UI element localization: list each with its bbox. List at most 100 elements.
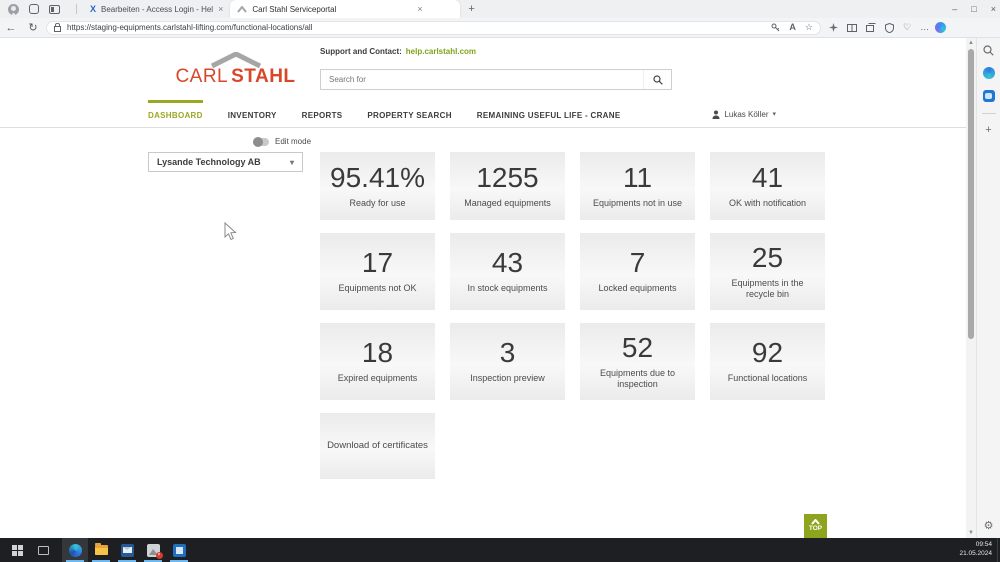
page-content: Support and Contact: help.carlstahl.com C… — [0, 38, 966, 538]
stat-card-not-in-use[interactable]: 11 Equipments not in use — [580, 152, 695, 220]
stat-label: Equipments not OK — [338, 283, 416, 294]
nav-tab-inventory[interactable]: INVENTORY — [228, 100, 277, 127]
page-scrollbar[interactable]: ▲ ▼ — [966, 38, 976, 538]
stat-value: 11 — [623, 163, 652, 194]
search-button[interactable] — [643, 70, 671, 89]
user-menu[interactable]: Lukas Köller ▾ — [712, 100, 776, 128]
stat-card-due-to-inspection[interactable]: 52 Equipments due to inspection — [580, 323, 695, 400]
edit-mode-label: Edit mode — [275, 137, 311, 146]
settings-more-icon[interactable]: … — [920, 23, 929, 32]
stat-card-managed-equipments[interactable]: 1255 Managed equipments — [450, 152, 565, 220]
back-icon[interactable]: ← — [0, 22, 22, 34]
logo-word-carl: CARL — [175, 66, 228, 87]
url-text[interactable]: https://staging-equipments.carlstahl-lif… — [67, 23, 765, 32]
sidebar-outlook-icon[interactable] — [983, 90, 995, 102]
task-view-button[interactable] — [30, 538, 56, 562]
window-maximize-icon[interactable]: □ — [971, 4, 976, 14]
taskbar-photos-button[interactable]: × — [140, 538, 166, 562]
error-badge: × — [156, 552, 163, 559]
browser-tab-inactive[interactable]: X Bearbeiten - Access Login - Hel × — [83, 0, 230, 18]
start-button[interactable] — [4, 538, 30, 562]
stat-card-recycle-bin[interactable]: 25 Equipments in the recycle bin — [710, 233, 825, 310]
scroll-to-top-button[interactable]: TOP — [804, 514, 827, 538]
workspaces-icon[interactable] — [29, 4, 39, 14]
stat-card-not-ok[interactable]: 17 Equipments not OK — [320, 233, 435, 310]
stat-label: OK with notification — [729, 198, 806, 209]
company-select[interactable]: Lysande Technology AB ▾ — [148, 152, 303, 172]
split-screen-icon[interactable] — [847, 24, 857, 32]
app-icon — [173, 544, 186, 557]
nav-tab-property-search[interactable]: PROPERTY SEARCH — [367, 100, 451, 127]
edge-icon — [69, 544, 82, 557]
window-minimize-icon[interactable]: – — [952, 4, 957, 14]
nav-tab-remaining-useful-life[interactable]: REMAINING USEFUL LIFE - CRANE — [477, 100, 621, 127]
address-bar[interactable]: https://staging-equipments.carlstahl-lif… — [46, 21, 821, 35]
taskbar-mail-button[interactable] — [114, 538, 140, 562]
nav-tab-reports[interactable]: REPORTS — [302, 100, 343, 127]
download-certificates-card[interactable]: Download of certificates — [320, 413, 435, 479]
stat-label: Functional locations — [728, 373, 808, 384]
read-aloud-icon[interactable]: A — [789, 23, 796, 32]
nav-tab-dashboard[interactable]: DASHBOARD — [148, 100, 203, 127]
extensions-icon[interactable] — [829, 23, 838, 32]
stat-value: 7 — [630, 248, 646, 279]
browser-essentials-icon[interactable]: ♡ — [903, 23, 911, 32]
tab-close-icon[interactable]: × — [218, 4, 223, 14]
stat-card-inspection-preview[interactable]: 3 Inspection preview — [450, 323, 565, 400]
scrollbar-thumb[interactable] — [968, 49, 974, 339]
vertical-tabs-icon[interactable] — [49, 5, 60, 14]
stat-label: Managed equipments — [464, 198, 551, 209]
stat-value: 25 — [752, 243, 783, 274]
collections-icon[interactable] — [866, 23, 876, 32]
carl-stahl-logo: CARLSTAHL — [168, 52, 303, 88]
sidebar-settings-gear-icon[interactable]: ⚙ — [984, 519, 994, 532]
password-key-icon[interactable] — [771, 23, 780, 32]
stat-card-in-stock[interactable]: 43 In stock equipments — [450, 233, 565, 310]
sidebar-add-icon[interactable]: + — [985, 125, 991, 136]
stat-value: 1255 — [476, 163, 538, 194]
stat-card-ready-for-use[interactable]: 95.41% Ready for use — [320, 152, 435, 220]
browser-toolbar: ← ↻ https://staging-equipments.carlstahl… — [0, 18, 1000, 38]
window-close-icon[interactable]: × — [991, 4, 996, 14]
search-input[interactable] — [321, 75, 643, 84]
taskbar-edge-button[interactable] — [62, 538, 88, 562]
stat-value: 17 — [362, 248, 393, 279]
stat-value: 41 — [752, 163, 783, 194]
windows-taskbar: × 09:54 21.05.2024 — [0, 538, 1000, 562]
browser-tab-active[interactable]: Carl Stahl Serviceportal × — [230, 0, 460, 18]
user-name: Lukas Köller — [724, 110, 768, 119]
taskbar-app-button[interactable] — [166, 538, 192, 562]
stat-card-functional-locations[interactable]: 92 Functional locations — [710, 323, 825, 400]
tab-favicon-access: X — [90, 5, 96, 14]
sidebar-search-icon[interactable] — [983, 45, 994, 56]
sidebar-m365-icon[interactable] — [983, 67, 995, 79]
scrollbar-up-icon[interactable]: ▲ — [966, 38, 976, 48]
stat-card-expired[interactable]: 18 Expired equipments — [320, 323, 435, 400]
chevron-down-icon: ▾ — [772, 110, 776, 118]
stat-label: In stock equipments — [467, 283, 547, 294]
support-link[interactable]: help.carlstahl.com — [406, 47, 476, 56]
copilot-icon[interactable] — [935, 22, 946, 33]
top-button-label: TOP — [809, 526, 822, 533]
tab-close-icon[interactable]: × — [417, 4, 422, 14]
taskbar-file-explorer-button[interactable] — [88, 538, 114, 562]
taskbar-clock[interactable]: 09:54 21.05.2024 — [959, 538, 992, 562]
support-label: Support and Contact: — [320, 47, 402, 56]
portal-search — [320, 69, 672, 90]
stat-card-ok-with-notification[interactable]: 41 OK with notification — [710, 152, 825, 220]
refresh-icon[interactable]: ↻ — [22, 21, 44, 34]
favorite-star-icon[interactable]: ☆ — [805, 23, 813, 32]
lock-icon — [54, 23, 61, 32]
main-navigation: DASHBOARD INVENTORY REPORTS PROPERTY SEA… — [0, 100, 966, 128]
stat-label: Ready for use — [349, 198, 405, 209]
tab-title: Carl Stahl Serviceportal — [252, 5, 412, 14]
edit-mode-toggle[interactable] — [253, 138, 269, 146]
browser-profile-avatar[interactable] — [8, 4, 19, 15]
wallet-shield-icon[interactable] — [885, 23, 894, 33]
scrollbar-down-icon[interactable]: ▼ — [966, 528, 976, 538]
clock-time: 09:54 — [976, 541, 992, 550]
new-tab-icon[interactable]: + — [468, 3, 474, 15]
stat-label: Equipments in the recycle bin — [716, 278, 819, 301]
stat-card-locked[interactable]: 7 Locked equipments — [580, 233, 695, 310]
stat-value: 95.41% — [330, 163, 425, 194]
